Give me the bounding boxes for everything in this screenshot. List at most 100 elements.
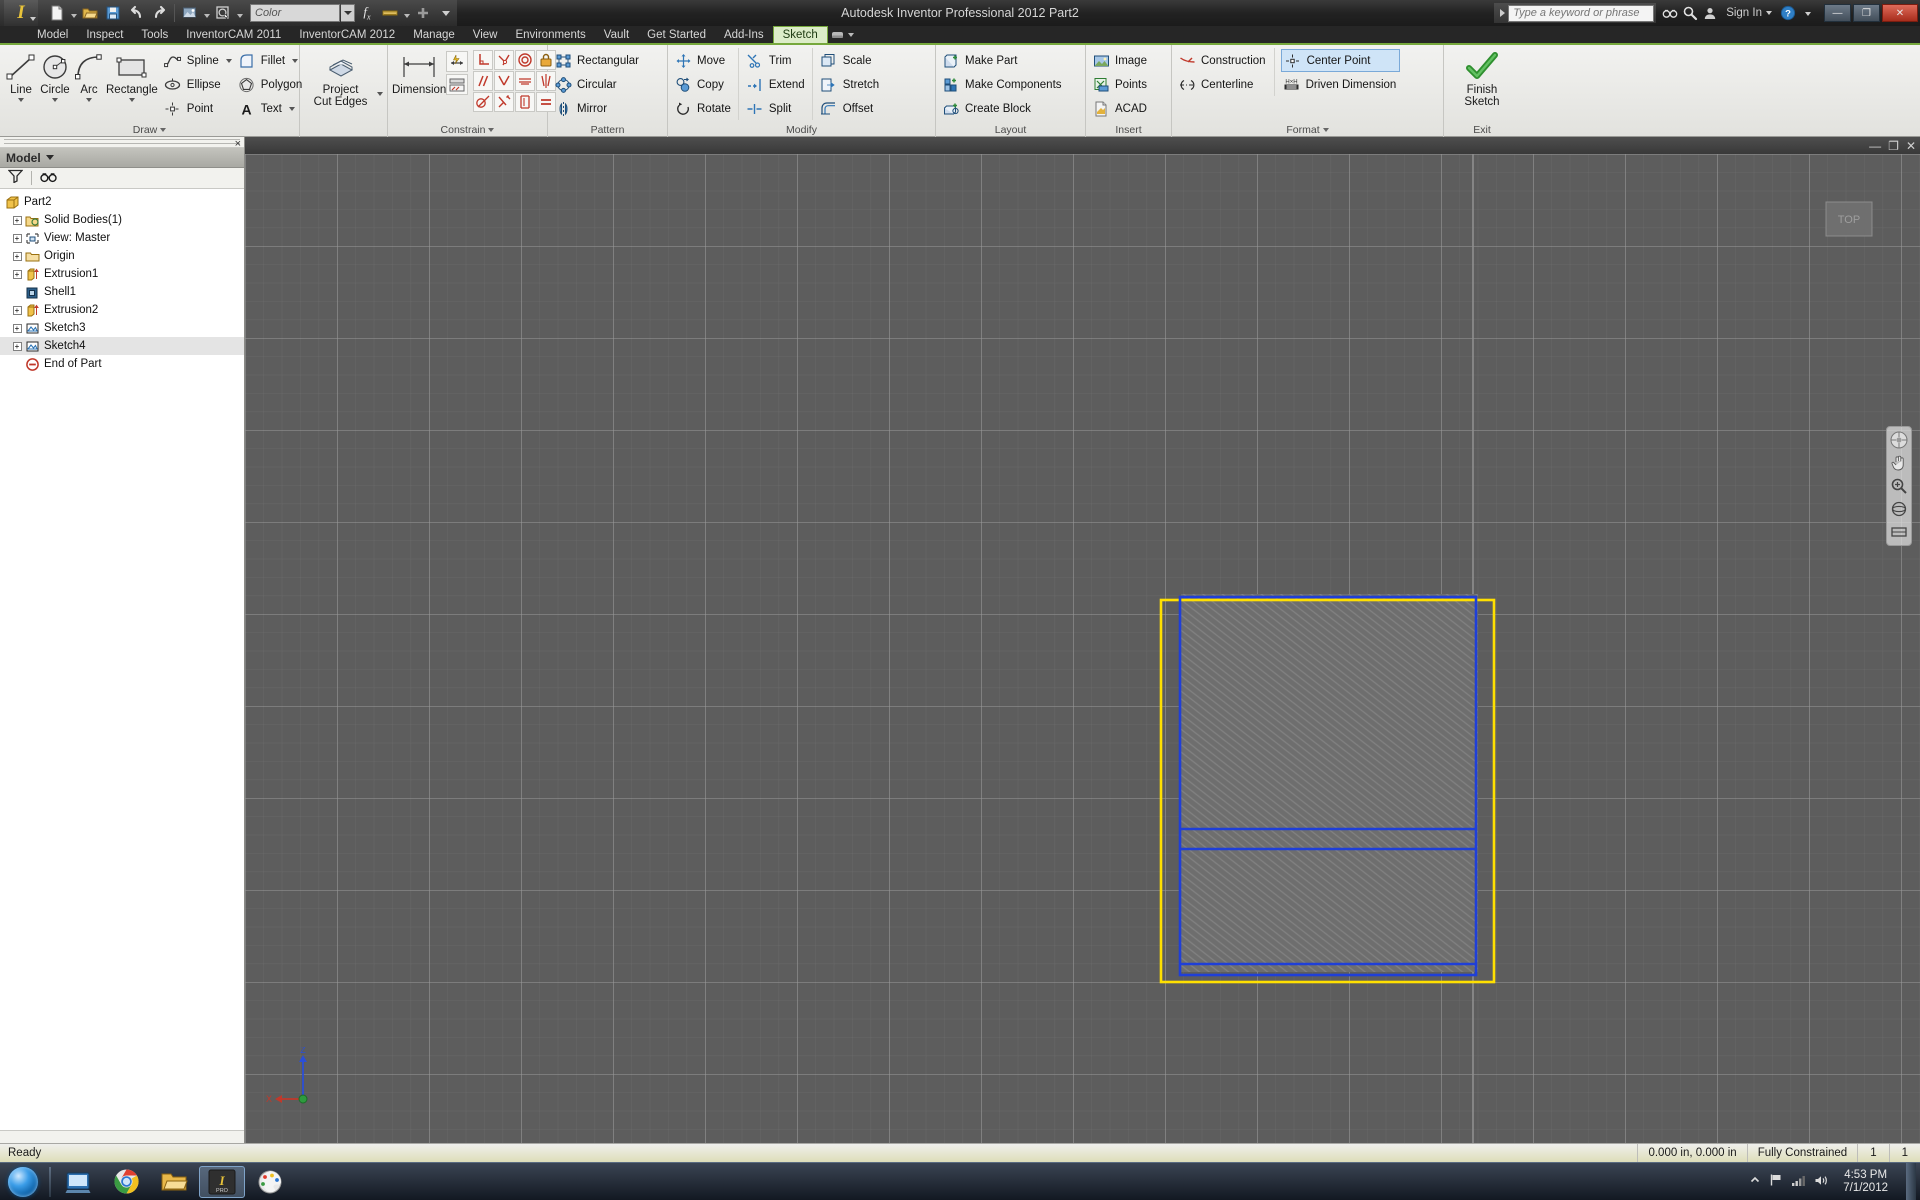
- paint-taskbar-icon[interactable]: [247, 1166, 293, 1198]
- ribbon-button-move[interactable]: Move: [672, 49, 735, 72]
- tangent-constraint-icon[interactable]: [494, 71, 514, 91]
- sketch-canvas[interactable]: TOP: [245, 154, 1920, 1143]
- ribbon-button-extend[interactable]: Extend: [744, 73, 809, 96]
- tab-inventorcam-2012[interactable]: InventorCAM 2012: [290, 26, 404, 43]
- ribbon-button-ellipse[interactable]: Ellipse: [162, 73, 236, 96]
- tree-node-sketch3[interactable]: + Sketch3: [0, 319, 244, 337]
- color-selector[interactable]: Color: [250, 4, 340, 22]
- save-document-icon[interactable]: [102, 2, 124, 24]
- auto-dimension-icon[interactable]: [446, 51, 468, 72]
- material-dropdown-icon[interactable]: [235, 2, 244, 24]
- expand-toggle[interactable]: +: [10, 229, 24, 247]
- network-icon[interactable]: [1791, 1174, 1806, 1190]
- material-icon[interactable]: [212, 2, 234, 24]
- pan-icon[interactable]: [1889, 453, 1909, 473]
- browser-header[interactable]: Model: [0, 148, 244, 168]
- chevron-down-icon[interactable]: [46, 155, 54, 160]
- ribbon-button-stretch[interactable]: Stretch: [818, 73, 883, 96]
- tab-add-ins[interactable]: Add-Ins: [715, 26, 773, 43]
- ribbon-button-rectangular-pattern[interactable]: Rectangular: [552, 49, 643, 72]
- volume-icon[interactable]: [1814, 1174, 1829, 1190]
- new-document-dropdown-icon[interactable]: [69, 2, 78, 24]
- perpendicular-constraint-icon[interactable]: [473, 50, 493, 70]
- tree-node-solid-bodies[interactable]: + Solid Bodies(1): [0, 211, 244, 229]
- expand-toggle[interactable]: +: [10, 211, 24, 229]
- help-icon[interactable]: ?: [1778, 3, 1798, 23]
- chevron-up-icon[interactable]: [1749, 1174, 1761, 1189]
- appearance-icon[interactable]: [179, 2, 201, 24]
- chevron-down-icon[interactable]: [289, 107, 295, 111]
- tree-node-view-master[interactable]: + View: Master: [0, 229, 244, 247]
- tree-node-origin[interactable]: + Origin: [0, 247, 244, 265]
- maximize-button[interactable]: ❐: [1853, 4, 1880, 22]
- tab-view[interactable]: View: [464, 26, 507, 43]
- tree-node-extrusion2[interactable]: + Extrusion2: [0, 301, 244, 319]
- ribbon-button-center-point[interactable]: Center Point: [1281, 49, 1401, 72]
- tab-model[interactable]: Model: [28, 26, 77, 43]
- chevron-down-icon[interactable]: [129, 98, 135, 102]
- ribbon-button-scale[interactable]: Scale: [818, 49, 883, 72]
- tree-node-sketch4[interactable]: + Sketch4: [0, 337, 244, 355]
- tab-get-started[interactable]: Get Started: [638, 26, 715, 43]
- look-at-icon[interactable]: [1889, 522, 1909, 542]
- ribbon-button-centerline[interactable]: Centerline: [1176, 73, 1270, 96]
- browser-close-icon[interactable]: ×: [235, 138, 241, 150]
- parameters-dropdown-icon[interactable]: [402, 2, 411, 24]
- zoom-icon[interactable]: [1889, 476, 1909, 496]
- tab-environments[interactable]: Environments: [506, 26, 594, 43]
- tree-node-shell1[interactable]: Shell1: [0, 283, 244, 301]
- coincident-constraint-icon[interactable]: [494, 50, 514, 70]
- ribbon-button-offset[interactable]: Offset: [818, 97, 883, 120]
- ribbon-button-line[interactable]: Line: [4, 48, 38, 102]
- document-restore-button[interactable]: ❐: [1888, 141, 1899, 151]
- ribbon-button-polygon[interactable]: Polygon: [236, 73, 307, 96]
- ribbon-button-driven-dimension[interactable]: H×H Driven Dimension: [1281, 73, 1401, 96]
- help-dropdown-icon[interactable]: [1798, 3, 1818, 23]
- ribbon-button-dimension[interactable]: Dimension: [392, 48, 446, 96]
- start-button[interactable]: [0, 1164, 46, 1200]
- smooth-constraint-icon[interactable]: [473, 92, 493, 112]
- flag-icon[interactable]: [1769, 1173, 1783, 1190]
- search-keyword-icon[interactable]: [1660, 3, 1680, 23]
- ribbon-button-fillet[interactable]: Fillet: [236, 49, 307, 72]
- tree-node-extrusion1[interactable]: + Extrusion1: [0, 265, 244, 283]
- ribbon-button-project-cut-edges[interactable]: Project Cut Edges: [304, 48, 377, 108]
- chevron-down-icon[interactable]: [377, 92, 383, 96]
- ribbon-button-spline[interactable]: Spline: [162, 49, 236, 72]
- ribbon-button-acad[interactable]: ACAD: [1090, 97, 1151, 120]
- ribbon-button-trim[interactable]: Trim: [744, 49, 809, 72]
- undo-icon[interactable]: [125, 2, 147, 24]
- ribbon-button-text[interactable]: A Text: [236, 97, 307, 120]
- ribbon-button-point[interactable]: Point: [162, 97, 236, 120]
- fx-parameters-icon[interactable]: fx: [356, 2, 378, 24]
- tab-vault[interactable]: Vault: [595, 26, 638, 43]
- ribbon-button-image[interactable]: Image: [1090, 49, 1151, 72]
- show-desktop-button[interactable]: [1906, 1163, 1916, 1200]
- chevron-down-icon[interactable]: [18, 98, 24, 102]
- ribbon-display-options[interactable]: [828, 26, 858, 43]
- ribbon-button-rotate[interactable]: Rotate: [672, 97, 735, 120]
- ribbon-panel-title-format[interactable]: Format: [1172, 123, 1443, 137]
- view-cube[interactable]: TOP: [1818, 194, 1880, 246]
- ribbon-button-construction[interactable]: Construction: [1176, 49, 1270, 72]
- concentric-constraint-icon[interactable]: [515, 50, 535, 70]
- windows-explorer-taskbar-icon[interactable]: [55, 1166, 101, 1198]
- chevron-down-icon[interactable]: [52, 98, 58, 102]
- ribbon-button-circle[interactable]: Circle: [38, 48, 72, 102]
- tree-node-end-of-part[interactable]: End of Part: [0, 355, 244, 373]
- google-chrome-taskbar-icon[interactable]: [103, 1166, 149, 1198]
- open-document-icon[interactable]: [79, 2, 101, 24]
- ribbon-panel-title-constrain[interactable]: Constrain: [388, 123, 547, 137]
- full-navigation-wheel-icon[interactable]: [1889, 430, 1909, 450]
- customize-quick-access-icon[interactable]: [412, 2, 434, 24]
- chevron-down-icon[interactable]: [292, 59, 298, 63]
- ribbon-button-circular-pattern[interactable]: Circular: [552, 73, 643, 96]
- filter-icon[interactable]: [8, 169, 23, 188]
- expand-toggle[interactable]: +: [10, 319, 24, 337]
- avatar[interactable]: [1700, 3, 1720, 23]
- ribbon-button-make-components[interactable]: Make Components: [940, 73, 1066, 96]
- search-expand-icon[interactable]: [1496, 4, 1508, 22]
- ribbon-button-points[interactable]: Points: [1090, 73, 1151, 96]
- redo-icon[interactable]: [148, 2, 170, 24]
- document-minimize-button[interactable]: —: [1869, 141, 1881, 151]
